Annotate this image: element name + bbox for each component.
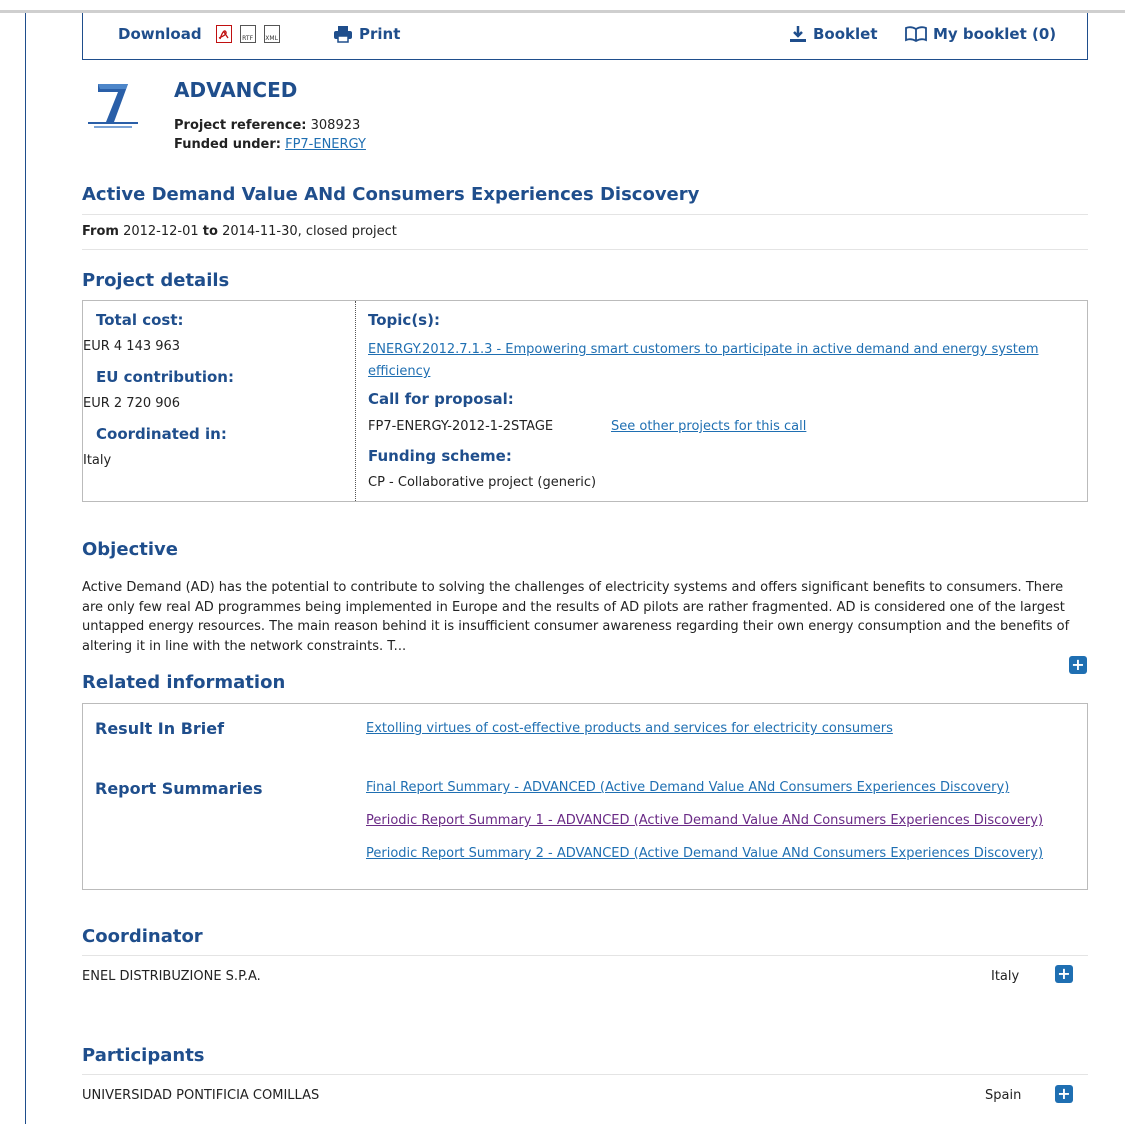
reference-value: 308923 xyxy=(310,118,361,133)
topics-label: Topic(s): xyxy=(368,311,440,329)
to-date: 2014-11-30 xyxy=(222,224,298,239)
rtf-icon[interactable]: RTF xyxy=(239,25,256,43)
call-label: Call for proposal: xyxy=(368,390,514,408)
download-arrow-icon xyxy=(790,26,806,42)
call-value: FP7-ENERGY-2012-1-2STAGE xyxy=(368,419,554,434)
pdf-icon[interactable] xyxy=(215,25,232,43)
result-in-brief-link[interactable]: Extolling virtues of cost-effective prod… xyxy=(366,721,893,736)
from-date: 2012-12-01 xyxy=(123,224,199,239)
project-meta: Project reference: 308923 Funded under: … xyxy=(174,116,366,154)
objective-text: Active Demand (AD) has the potential to … xyxy=(82,580,1070,654)
call-projects-link[interactable]: See other projects for this call xyxy=(611,419,806,434)
reference-label: Project reference: xyxy=(174,118,307,133)
result-in-brief-label: Result In Brief xyxy=(95,719,225,738)
coordinator-name: ENEL DISTRIBUZIONE S.P.A. xyxy=(82,969,261,984)
eu-contribution-value: EUR 2 720 906 xyxy=(83,396,181,411)
related-box: Result In Brief Extolling virtues of cos… xyxy=(82,703,1088,890)
topic-link-line1[interactable]: ENERGY.2012.7.1.3 - Empowering smart cus… xyxy=(368,342,1039,357)
fp7-logo xyxy=(84,80,142,130)
participant-name: UNIVERSIDAD PONTIFICIA COMILLAS xyxy=(82,1088,320,1103)
eu-contribution-label: EU contribution: xyxy=(96,368,234,386)
expand-coordinator-button[interactable]: + xyxy=(1055,965,1073,983)
coordinated-label: Coordinated in: xyxy=(96,425,227,443)
objective-heading: Objective xyxy=(82,539,178,560)
printer-icon xyxy=(334,26,352,43)
left-border xyxy=(25,13,26,1124)
participants-heading: Participants xyxy=(82,1045,205,1066)
plus-icon: + xyxy=(1057,964,1071,983)
funded-link[interactable]: FP7-ENERGY xyxy=(285,137,366,152)
project-details-box: Total cost: EUR 4 143 963 EU contributio… xyxy=(82,300,1088,502)
project-status: , closed project xyxy=(297,224,397,239)
report-link-periodic-1[interactable]: Periodic Report Summary 1 - ADVANCED (Ac… xyxy=(366,813,1043,828)
xml-icon[interactable]: XML xyxy=(263,25,280,43)
download-group: Download RTF XML xyxy=(118,25,280,43)
report-link-periodic-2[interactable]: Periodic Report Summary 2 - ADVANCED (Ac… xyxy=(366,846,1043,861)
divider xyxy=(82,249,1088,250)
plus-icon: + xyxy=(1057,1084,1071,1103)
open-book-icon xyxy=(905,26,927,42)
total-cost-label: Total cost: xyxy=(96,311,184,329)
funded-label: Funded under: xyxy=(174,137,281,152)
my-booklet-label: My booklet (0) xyxy=(933,25,1057,43)
expand-participant-button[interactable]: + xyxy=(1055,1085,1073,1103)
print-label: Print xyxy=(359,25,401,43)
project-details-heading: Project details xyxy=(82,270,230,291)
my-booklet-button[interactable]: My booklet (0) xyxy=(905,25,1056,43)
divider xyxy=(82,1074,1088,1075)
divider xyxy=(82,214,1088,215)
project-title: Active Demand Value ANd Consumers Experi… xyxy=(82,184,700,205)
rtf-label: RTF xyxy=(242,35,254,42)
topic-link[interactable]: ENERGY.2012.7.1.3 - Empowering smart cus… xyxy=(368,339,1078,383)
coordinated-value: Italy xyxy=(83,453,112,468)
xml-label: XML xyxy=(265,35,278,42)
report-link-final[interactable]: Final Report Summary - ADVANCED (Active … xyxy=(366,780,1009,795)
download-label: Download xyxy=(118,25,202,43)
funding-value: CP - Collaborative project (generic) xyxy=(368,475,597,490)
project-acronym: ADVANCED xyxy=(174,78,298,102)
booklet-button[interactable]: Booklet xyxy=(789,25,878,43)
plus-icon: + xyxy=(1071,655,1085,674)
booklet-label: Booklet xyxy=(813,25,878,43)
related-heading: Related information xyxy=(82,672,286,693)
project-dates: From 2012-12-01 to 2014-11-30, closed pr… xyxy=(82,224,397,239)
participant-country: Spain xyxy=(985,1088,1022,1103)
to-label: to xyxy=(202,224,218,239)
funding-label: Funding scheme: xyxy=(368,447,512,465)
total-cost-value: EUR 4 143 963 xyxy=(83,339,181,354)
expand-objective-button[interactable]: + xyxy=(1069,656,1087,674)
divider xyxy=(82,955,1088,956)
from-label: From xyxy=(82,224,119,239)
coordinator-heading: Coordinator xyxy=(82,926,203,947)
column-divider xyxy=(355,301,356,501)
report-summaries-label: Report Summaries xyxy=(95,779,263,798)
topic-link-line2[interactable]: efficiency xyxy=(368,364,430,379)
toolbar: Download RTF XML Print Booklet My bookle… xyxy=(82,13,1088,60)
print-button[interactable]: Print xyxy=(333,25,400,43)
coordinator-country: Italy xyxy=(991,969,1020,984)
